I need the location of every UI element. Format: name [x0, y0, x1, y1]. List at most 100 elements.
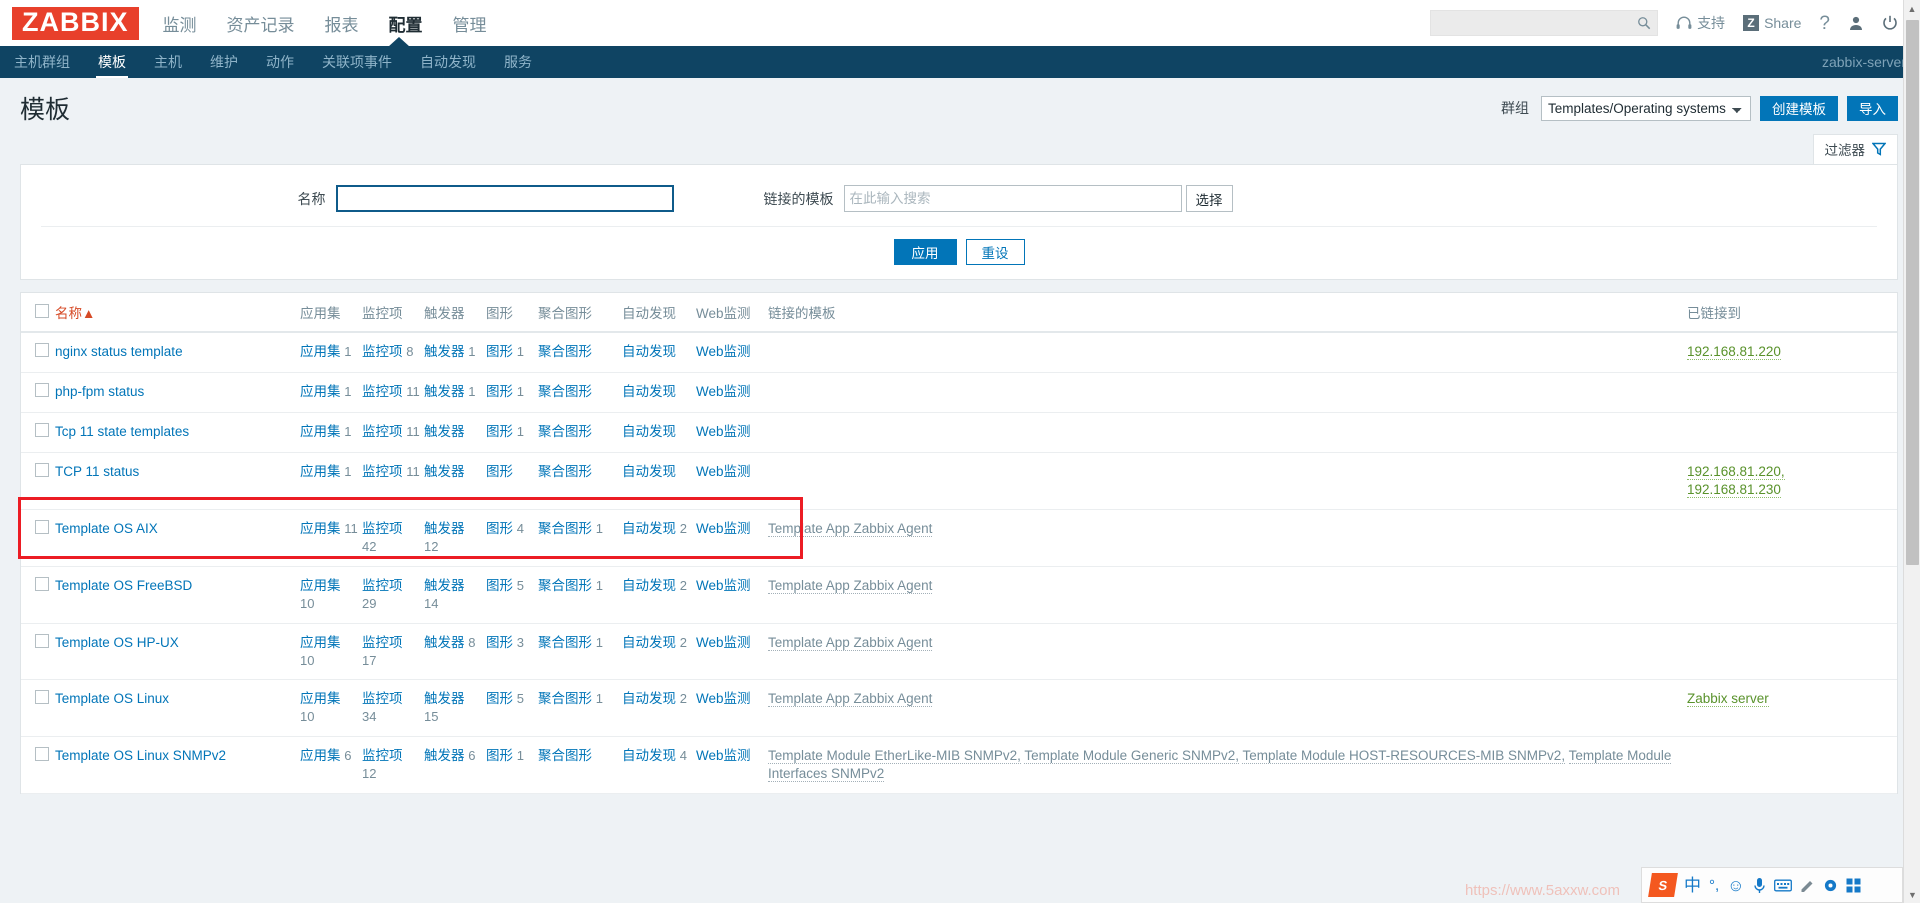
scrollbar-thumb[interactable]: [1906, 20, 1919, 565]
column-header-screens[interactable]: 聚合图形: [538, 293, 622, 333]
triggers-link[interactable]: 触发器: [424, 578, 465, 593]
discovery-link[interactable]: 自动发现: [622, 521, 676, 536]
screens-link[interactable]: 聚合图形: [538, 464, 592, 479]
graphs-link[interactable]: 图形: [486, 578, 513, 593]
emoji-icon[interactable]: ☺: [1727, 877, 1744, 894]
column-header-discovery[interactable]: 自动发现: [622, 293, 696, 333]
items-link[interactable]: 监控项: [362, 748, 403, 763]
column-header-items[interactable]: 监控项: [362, 293, 424, 333]
linked-to-host-link[interactable]: Zabbix server: [1687, 691, 1769, 708]
row-checkbox[interactable]: [35, 422, 49, 437]
screens-link[interactable]: 聚合图形: [538, 748, 592, 763]
row-checkbox[interactable]: [35, 519, 49, 534]
linked-template-link[interactable]: Template Module EtherLike-MIB SNMPv2,: [768, 748, 1021, 765]
graphs-link[interactable]: 图形: [486, 344, 513, 359]
applications-link[interactable]: 应用集: [300, 748, 341, 763]
main-nav-item-reports[interactable]: 报表: [323, 7, 361, 40]
column-header-applications[interactable]: 应用集: [300, 293, 362, 333]
subnav-item-services[interactable]: 服务: [502, 46, 534, 78]
row-checkbox[interactable]: [35, 382, 49, 397]
apps-icon[interactable]: [1846, 878, 1861, 893]
discovery-link[interactable]: 自动发现: [622, 691, 676, 706]
web-link[interactable]: Web监测: [696, 691, 751, 706]
graphs-link[interactable]: 图形: [486, 521, 513, 536]
sogou-logo-icon[interactable]: S: [1648, 873, 1678, 897]
linked-to-host-link[interactable]: 192.168.81.220,: [1687, 463, 1785, 480]
web-link[interactable]: Web监测: [696, 521, 751, 536]
support-link[interactable]: 支持: [1676, 13, 1725, 33]
applications-link[interactable]: 应用集: [300, 424, 341, 439]
import-button[interactable]: 导入: [1847, 95, 1898, 121]
web-link[interactable]: Web监测: [696, 424, 751, 439]
page-scrollbar[interactable]: ▲ ▼: [1903, 0, 1920, 903]
chinese-mode-icon[interactable]: 中: [1684, 877, 1701, 894]
ime-toolbar[interactable]: S 中 °, ☺: [1641, 867, 1903, 903]
punctuation-icon[interactable]: °,: [1709, 878, 1719, 893]
linked-template-link[interactable]: Template App Zabbix Agent: [768, 691, 933, 708]
applications-link[interactable]: 应用集: [300, 691, 341, 706]
web-link[interactable]: Web监测: [696, 748, 751, 763]
subnav-item-host-groups[interactable]: 主机群组: [12, 46, 72, 78]
main-nav-item-monitoring[interactable]: 监测: [161, 7, 199, 40]
triggers-link[interactable]: 触发器: [424, 424, 465, 439]
template-name-link[interactable]: nginx status template: [55, 344, 183, 359]
logout-link[interactable]: [1882, 15, 1898, 31]
items-link[interactable]: 监控项: [362, 384, 403, 399]
column-header-web[interactable]: Web监测: [696, 293, 768, 333]
share-link[interactable]: Z Share: [1743, 15, 1801, 31]
filter-name-input[interactable]: [335, 185, 674, 212]
graphs-link[interactable]: 图形: [486, 424, 513, 439]
discovery-link[interactable]: 自动发现: [622, 748, 676, 763]
row-checkbox[interactable]: [35, 576, 49, 591]
discovery-link[interactable]: 自动发现: [622, 424, 676, 439]
question-mark-icon[interactable]: ?: [1819, 14, 1830, 33]
linked-template-link[interactable]: Template App Zabbix Agent: [768, 634, 933, 651]
row-checkbox[interactable]: [35, 462, 49, 477]
applications-link[interactable]: 应用集: [300, 344, 341, 359]
web-link[interactable]: Web监测: [696, 384, 751, 399]
template-name-link[interactable]: TCP 11 status: [55, 464, 139, 479]
handwriting-icon[interactable]: [1800, 878, 1815, 893]
template-name-link[interactable]: Template OS Linux: [55, 691, 169, 706]
discovery-link[interactable]: 自动发现: [622, 635, 676, 650]
subnav-item-discovery[interactable]: 自动发现: [418, 46, 478, 78]
applications-link[interactable]: 应用集: [300, 521, 341, 536]
row-checkbox[interactable]: [35, 633, 49, 648]
template-name-link[interactable]: Template OS HP-UX: [55, 635, 179, 650]
items-link[interactable]: 监控项: [362, 578, 403, 593]
scroll-down-arrow[interactable]: ▼: [1904, 886, 1920, 903]
global-search[interactable]: [1430, 10, 1659, 36]
zabbix-logo[interactable]: ZABBIX: [12, 6, 139, 40]
toolbox-icon[interactable]: [1823, 878, 1838, 893]
graphs-link[interactable]: 图形: [486, 691, 513, 706]
applications-link[interactable]: 应用集: [300, 635, 341, 650]
apply-button[interactable]: 应用: [893, 239, 957, 265]
items-link[interactable]: 监控项: [362, 635, 403, 650]
discovery-link[interactable]: 自动发现: [622, 578, 676, 593]
subnav-item-correlation[interactable]: 关联项事件: [320, 46, 394, 78]
column-header-triggers[interactable]: 触发器: [424, 293, 486, 333]
column-header-name[interactable]: 名称▲: [55, 293, 300, 333]
web-link[interactable]: Web监测: [696, 578, 751, 593]
column-header-graphs[interactable]: 图形: [486, 293, 538, 333]
filter-linked-template-input[interactable]: [843, 185, 1182, 212]
main-nav-item-configuration[interactable]: 配置: [387, 7, 425, 40]
screens-link[interactable]: 聚合图形: [538, 691, 592, 706]
screens-link[interactable]: 聚合图形: [538, 344, 592, 359]
triggers-link[interactable]: 触发器: [424, 521, 465, 536]
main-nav-item-administration[interactable]: 管理: [451, 7, 489, 40]
triggers-link[interactable]: 触发器: [424, 384, 465, 399]
linked-template-link[interactable]: Template Module Generic SNMPv2,: [1024, 748, 1239, 765]
scroll-up-arrow[interactable]: ▲: [1904, 0, 1920, 17]
items-link[interactable]: 监控项: [362, 691, 403, 706]
user-profile-link[interactable]: [1848, 15, 1864, 31]
applications-link[interactable]: 应用集: [300, 384, 341, 399]
filter-tab[interactable]: 过滤器: [1812, 134, 1898, 164]
discovery-link[interactable]: 自动发现: [622, 384, 676, 399]
template-name-link[interactable]: Tcp 11 state templates: [55, 424, 189, 439]
subnav-item-maintenance[interactable]: 维护: [208, 46, 240, 78]
group-select[interactable]: Templates/Operating systems: [1541, 95, 1751, 121]
web-link[interactable]: Web监测: [696, 635, 751, 650]
subnav-item-actions[interactable]: 动作: [264, 46, 296, 78]
screens-link[interactable]: 聚合图形: [538, 384, 592, 399]
